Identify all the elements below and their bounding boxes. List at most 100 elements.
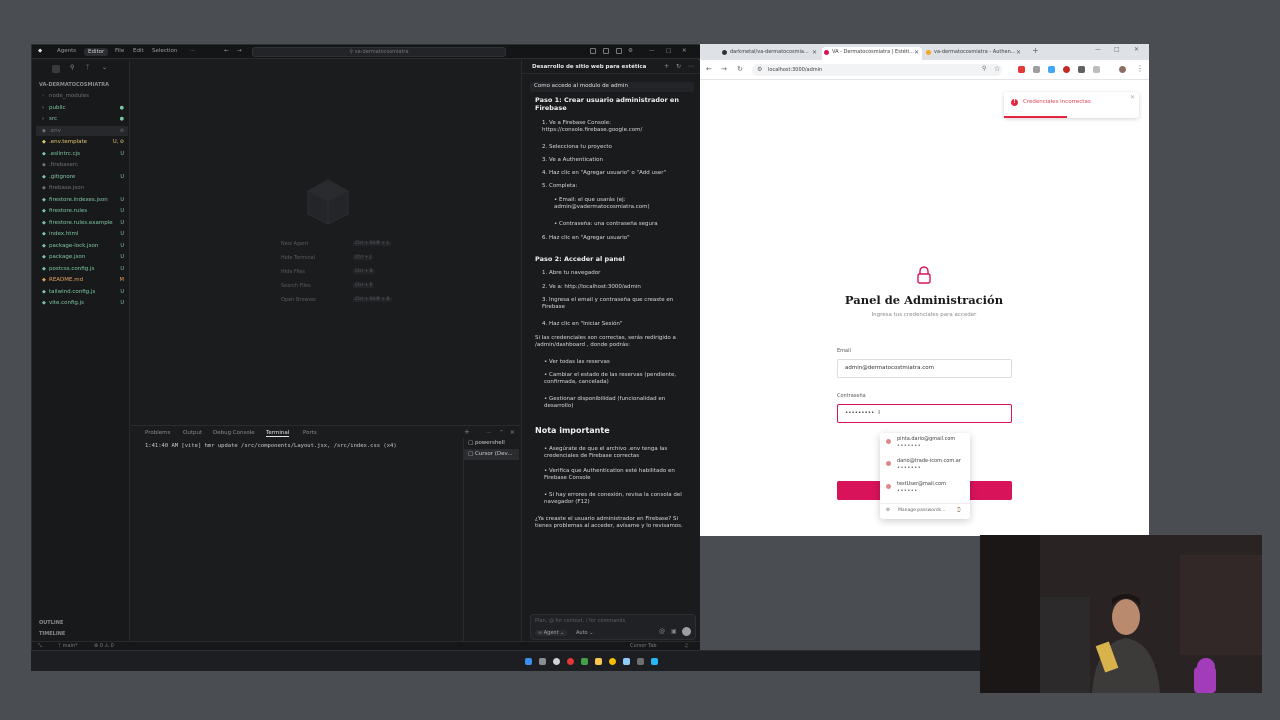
file-tree-item[interactable]: › src ● [36, 114, 128, 124]
file-tree-item[interactable]: ◆ .env.template U, ⊘ [36, 137, 128, 147]
file-tree-item[interactable]: ◆ package.json U [36, 252, 128, 262]
source-control-icon[interactable]: ᛉ [86, 64, 90, 71]
menu-selection[interactable]: Selection [152, 48, 177, 54]
tab-terminal[interactable]: Terminal [266, 430, 290, 437]
extension-icon[interactable] [1063, 66, 1070, 73]
app-icon[interactable] [581, 658, 588, 665]
menu-edit[interactable]: Edit [133, 48, 144, 54]
file-tree-item[interactable]: › node_modules [36, 91, 128, 101]
file-tree-item[interactable]: › public ● [36, 103, 128, 113]
command-search-input[interactable]: ⚲ va-dermatocosmiatra [252, 47, 506, 57]
new-chat-icon[interactable]: + [664, 63, 669, 70]
site-info-icon[interactable]: ⚙ [757, 64, 762, 76]
more-icon[interactable]: ⋯ [688, 63, 694, 70]
file-tree-item[interactable]: ◆ .env ⊘ [36, 125, 128, 136]
file-tree-item[interactable]: ◆ README.md M [36, 275, 128, 285]
close-icon[interactable]: ✕ [682, 48, 687, 54]
terminal-item[interactable]: ▢ Cursor (Dev... [464, 449, 519, 460]
file-tree-item[interactable]: ◆ package-lock.json U [36, 241, 128, 251]
autofill-option[interactable]: dario@trade-icom.com.ar ••••••• [880, 455, 970, 475]
extension-icon[interactable] [1048, 66, 1055, 73]
extension-icon[interactable] [1033, 66, 1040, 73]
back-arrow-icon[interactable]: ← [706, 65, 712, 73]
timeline-section[interactable]: TIMELINE [36, 629, 128, 639]
chat-input[interactable]: Plan, @ for context, / for commands ∞ Ag… [530, 614, 696, 640]
file-tree-item[interactable]: ◆ .eslintrc.cjs U [36, 149, 128, 159]
sidebar-icon[interactable] [1093, 66, 1100, 73]
file-tree-item[interactable]: ◆ firestore.rules.example U [36, 218, 128, 228]
app-icon[interactable] [623, 658, 630, 665]
browser-tab-active[interactable]: VA - Dermatocosmiatra | Estéti... ✕ [822, 47, 922, 60]
send-icon[interactable] [682, 627, 691, 636]
file-tree-item[interactable]: ◆ firestore.rules U [36, 206, 128, 216]
mention-icon[interactable]: @ [659, 628, 665, 635]
menu-file[interactable]: File [115, 48, 124, 54]
model-selector[interactable]: Auto ⌄ [573, 630, 596, 636]
search-icon[interactable] [539, 658, 546, 665]
history-icon[interactable]: ↻ [676, 63, 681, 70]
extensions-puzzle-icon[interactable] [1078, 66, 1085, 73]
mode-selector[interactable]: ∞ Agent ⌄ [535, 630, 568, 636]
tab-editor[interactable]: Editor [84, 48, 109, 56]
explorer-root[interactable]: VA-DERMATOCOSMIATRA [36, 80, 128, 90]
kebab-menu-icon[interactable]: ⋮ [1136, 64, 1144, 73]
maximize-icon[interactable]: □ [666, 48, 671, 54]
bookmark-star-icon[interactable]: ☆ [994, 65, 1000, 73]
password-field[interactable]: ••••••••• I [837, 404, 1012, 423]
branch-status[interactable]: ᛉ main* [58, 643, 78, 649]
search-icon[interactable]: ⚲ [70, 64, 74, 71]
autofill-option[interactable]: testUser@mail.com •••••• [880, 478, 970, 498]
maximize-icon[interactable]: □ [1114, 46, 1120, 53]
file-tree-item[interactable]: ◆ firebase.json [36, 183, 128, 193]
file-explorer-icon[interactable] [595, 658, 602, 665]
file-tree-item[interactable]: ◆ .firebaserc [36, 160, 128, 170]
back-arrow-icon[interactable]: ← [224, 48, 229, 54]
chevron-down-icon[interactable]: ⌄ [102, 64, 107, 71]
settings-icon[interactable]: ⚙ [628, 48, 633, 54]
tab-problems[interactable]: Problems [145, 430, 170, 436]
minimize-icon[interactable]: — [1095, 46, 1101, 53]
zoom-icon[interactable]: ⚲ [982, 65, 986, 72]
bell-icon[interactable]: ♫ [684, 643, 688, 649]
layout-icon[interactable] [603, 48, 609, 54]
forward-arrow-icon[interactable]: → [237, 48, 242, 54]
close-icon[interactable]: ✕ [1016, 47, 1021, 58]
app-icon[interactable] [651, 658, 658, 665]
terminal-item[interactable]: ▢ powershell [464, 438, 519, 449]
task-view-icon[interactable] [553, 658, 560, 665]
close-icon[interactable]: ✕ [1134, 46, 1139, 53]
browser-tab[interactable]: va-dermatocosmiatra - Authen... ✕ [924, 47, 1024, 60]
file-tree-item[interactable]: ◆ index.html U [36, 229, 128, 239]
close-icon[interactable]: ✕ [812, 47, 817, 58]
reload-icon[interactable]: ↻ [737, 65, 743, 73]
layout-icon[interactable] [590, 48, 596, 54]
avatar[interactable] [1119, 66, 1126, 73]
cursor-tab-status[interactable]: Cursor Tab [630, 643, 657, 649]
problems-status[interactable]: ⊗ 0 ⚠ 0 [94, 643, 114, 649]
image-icon[interactable]: ▣ [671, 628, 677, 635]
close-icon[interactable]: ✕ [510, 430, 515, 436]
email-field[interactable]: admin@dermatocostmiatra.com [837, 359, 1012, 378]
outline-section[interactable]: OUTLINE [36, 618, 128, 628]
manage-passwords-link[interactable]: ⚙ Manage passwords... ⌚ [880, 503, 970, 517]
extension-icon[interactable] [1018, 66, 1025, 73]
minimize-icon[interactable]: — [649, 48, 655, 54]
maximize-panel-icon[interactable]: ⌃ [499, 430, 504, 436]
chrome-icon[interactable] [609, 658, 616, 665]
file-tree-item[interactable]: ◆ firestore.indexes.json U [36, 195, 128, 205]
tab-output[interactable]: Output [183, 430, 202, 436]
new-tab-icon[interactable]: + [1032, 46, 1039, 55]
more-icon[interactable]: ⋯ [486, 430, 492, 436]
file-tree-item[interactable]: ◆ .gitignore U [36, 172, 128, 182]
file-tree-item[interactable]: ◆ postcss.config.js U [36, 264, 128, 274]
files-icon[interactable] [52, 65, 60, 73]
app-icon[interactable] [637, 658, 644, 665]
app-icon[interactable] [567, 658, 574, 665]
close-icon[interactable]: ✕ [914, 47, 919, 58]
more-icon[interactable]: ⋯ [190, 48, 196, 54]
file-tree-item[interactable]: ◆ vite.config.js U [36, 298, 128, 308]
start-icon[interactable] [525, 658, 532, 665]
close-icon[interactable]: ✕ [1130, 94, 1135, 101]
autofill-option[interactable]: pinta.dario@gmail.com ••••••• [880, 433, 970, 453]
tab-agents[interactable]: Agents [57, 48, 76, 54]
